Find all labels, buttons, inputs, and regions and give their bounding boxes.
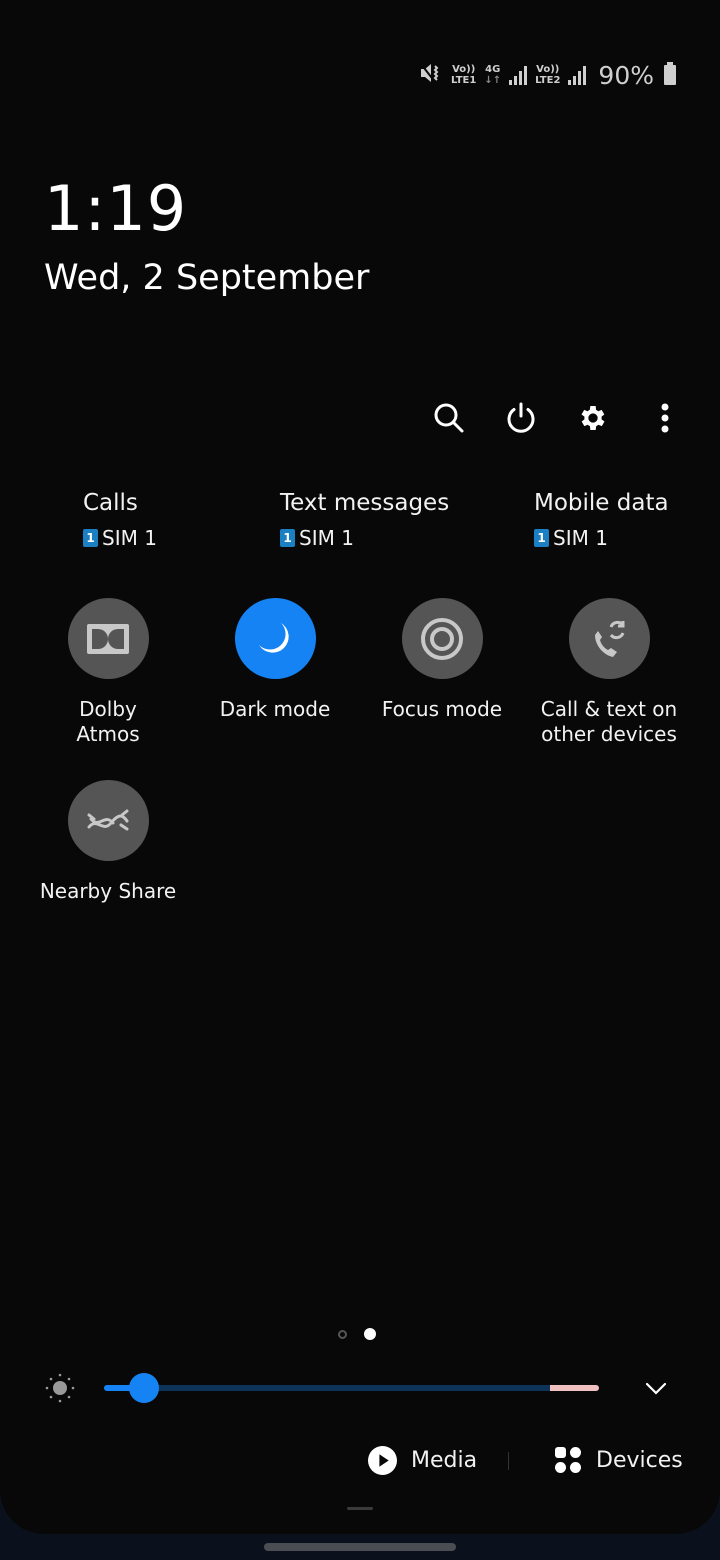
brightness-slider[interactable] <box>104 1373 599 1403</box>
net-arrows: ↓↑ <box>484 75 502 86</box>
panel-drag-handle[interactable] <box>347 1507 373 1510</box>
tile-toggle[interactable] <box>67 780 149 861</box>
media-label: Media <box>411 1448 478 1473</box>
tile-dolby-atmos[interactable]: Dolby Atmos <box>23 598 193 747</box>
devices-button[interactable]: Devices <box>554 1446 683 1474</box>
panel-toolbar <box>432 396 682 440</box>
lte1-top: Vo)) <box>452 64 476 75</box>
phone-sync-icon <box>595 620 625 657</box>
dolby-icon <box>87 623 129 654</box>
quick-panel: Vo)) LTE1 4G ↓↑ Vo)) LTE2 90% 1:19 Wed, … <box>0 0 720 1534</box>
sim-pref-title: Text messages <box>280 490 450 516</box>
lte1-bottom: LTE1 <box>451 75 477 86</box>
tile-label: Call & text on other devices <box>540 697 678 746</box>
search-icon <box>434 403 464 433</box>
sim-label: SIM 1 <box>553 526 608 550</box>
mute-vibrate-icon <box>419 61 443 89</box>
moon-icon <box>259 622 289 653</box>
sim-pref-title: Mobile data <box>534 490 669 516</box>
volte-lte1-icon: Vo)) LTE1 <box>451 64 476 86</box>
sim-pref-title: Calls <box>83 490 138 516</box>
power-button[interactable] <box>504 396 538 440</box>
panel-bottom-bar: Media Devices <box>0 1440 720 1484</box>
sim-label: SIM 1 <box>102 526 157 550</box>
page-dot-2[interactable] <box>364 1328 376 1340</box>
brightness-icon <box>45 1373 75 1403</box>
signal-sim2-icon <box>568 65 587 85</box>
settings-button[interactable] <box>576 396 610 440</box>
sim-pref-mobile-data[interactable]: Mobile data 1 SIM 1 <box>534 490 669 550</box>
focus-target-icon <box>421 617 463 660</box>
power-icon <box>507 402 535 433</box>
battery-icon <box>664 62 676 85</box>
play-circle-icon <box>368 1446 397 1475</box>
battery-percent: 90% <box>598 60 654 90</box>
tile-label: Dark mode <box>219 697 331 721</box>
clock-time[interactable]: 1:19 <box>44 172 187 245</box>
tile-nearby-share[interactable]: Nearby Share <box>23 780 193 904</box>
brightness-control <box>44 1372 684 1404</box>
signal-sim1-icon <box>509 65 528 85</box>
sim-badge-icon: 1 <box>83 529 98 547</box>
nearby-share-icon <box>87 809 129 830</box>
volte-lte2-icon: Vo)) LTE2 <box>535 64 560 86</box>
net-type: 4G <box>485 64 501 75</box>
tile-toggle[interactable] <box>67 598 149 679</box>
status-bar: Vo)) LTE1 4G ↓↑ Vo)) LTE2 90% <box>419 58 676 92</box>
devices-grid-icon <box>555 1447 581 1473</box>
clock-date[interactable]: Wed, 2 September <box>44 258 369 298</box>
4g-data-icon: 4G ↓↑ <box>484 64 501 86</box>
page-dot-1[interactable] <box>338 1329 347 1339</box>
tile-dark-mode[interactable]: Dark mode <box>190 598 360 722</box>
tile-toggle[interactable] <box>401 598 483 679</box>
brightness-high-zone <box>549 1385 599 1391</box>
gear-icon <box>581 406 605 430</box>
lte2-top: Vo)) <box>536 64 560 75</box>
gesture-nav-bar[interactable] <box>264 1543 456 1551</box>
sim-pref-calls[interactable]: Calls 1 SIM 1 <box>83 490 157 550</box>
tile-focus-mode[interactable]: Focus mode <box>357 598 527 722</box>
chevron-down-icon[interactable] <box>644 1376 668 1400</box>
tile-label: Dolby Atmos <box>76 697 140 746</box>
more-options-button[interactable] <box>648 396 682 440</box>
tile-toggle[interactable] <box>568 598 650 679</box>
tile-call-text-other-devices[interactable]: Call & text on other devices <box>524 598 694 747</box>
lte2-bottom: LTE2 <box>535 75 561 86</box>
page-indicator <box>338 1328 376 1340</box>
divider <box>508 1452 509 1470</box>
sim-pref-text-messages[interactable]: Text messages 1 SIM 1 <box>280 490 449 550</box>
brightness-thumb[interactable] <box>128 1373 159 1403</box>
sim-badge-icon: 1 <box>280 529 295 547</box>
tile-label: Nearby Share <box>39 879 177 903</box>
more-vertical-icon <box>661 403 669 433</box>
tile-label: Focus mode <box>381 697 503 721</box>
tile-toggle[interactable] <box>234 598 316 679</box>
media-button[interactable]: Media <box>368 1446 477 1475</box>
sim-badge-icon: 1 <box>534 529 549 547</box>
sim-label: SIM 1 <box>299 526 354 550</box>
devices-label: Devices <box>596 1447 683 1473</box>
search-button[interactable] <box>432 396 466 440</box>
